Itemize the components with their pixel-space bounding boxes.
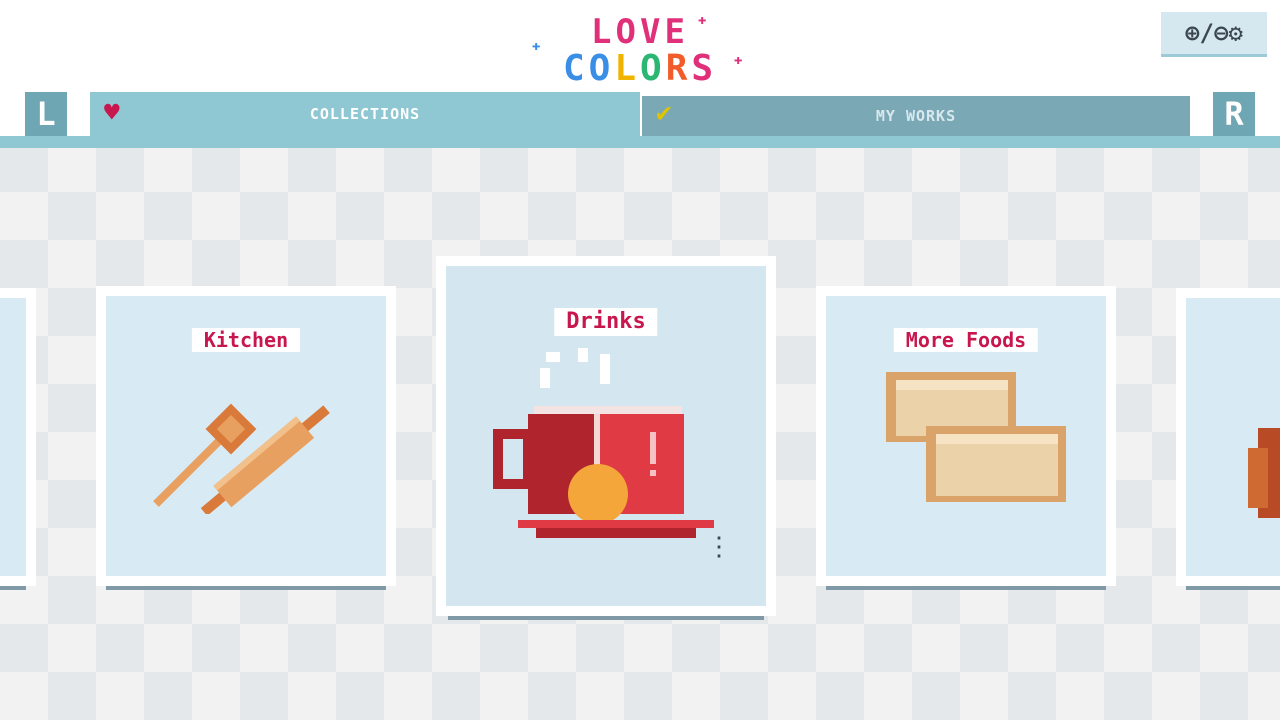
tab-my-works-label: MY WORKS <box>875 107 957 125</box>
tea-cup-art <box>436 346 776 550</box>
logo-line-love: LOVE <box>591 12 689 52</box>
heart-icon: ♥ <box>104 98 121 128</box>
zoom-settings-label: ⊕/⊖⚙ <box>1185 19 1243 47</box>
tab-my-works[interactable]: ✔ MY WORKS <box>642 96 1190 136</box>
collection-card-drinks[interactable]: Drinks ⋮ <box>436 256 776 620</box>
logo-letter: R <box>665 48 692 89</box>
logo-letter: L <box>614 48 640 89</box>
card-title: More Foods <box>893 328 1039 352</box>
collection-card-partial-right[interactable] <box>1176 288 1280 590</box>
check-icon: ✔ <box>656 98 673 128</box>
partial-art <box>1248 428 1280 518</box>
sparkle-icon: ✚ <box>734 52 747 68</box>
shoulder-left-button[interactable]: L <box>25 92 67 136</box>
game-logo: LOVE COLORS ✚ ✚ ✚ <box>530 12 750 88</box>
sparkle-icon: ✚ <box>532 38 545 54</box>
collection-card-more-foods[interactable]: More Foods <box>816 286 1116 590</box>
dumplings-art <box>816 364 1116 518</box>
tab-collections[interactable]: ♥ COLLECTIONS <box>90 92 640 136</box>
collection-card-partial-left[interactable] <box>0 288 36 590</box>
logo-letter: C <box>562 48 589 89</box>
tab-collections-label: COLLECTIONS <box>309 105 421 123</box>
logo-letter: S <box>691 48 718 89</box>
logo-letter: O <box>640 48 666 89</box>
zoom-settings-button[interactable]: ⊕/⊖⚙ <box>1161 12 1267 57</box>
card-title: Drinks <box>554 308 658 336</box>
logo-line-colors: COLORS <box>530 50 750 88</box>
tab-strip <box>0 136 1280 148</box>
card-title: Kitchen <box>191 328 301 352</box>
shoulder-right-button[interactable]: R <box>1213 92 1255 136</box>
collection-card-kitchen[interactable]: Kitchen <box>96 286 396 590</box>
share-icon[interactable]: ⋮ <box>706 532 732 562</box>
kitchen-utensils-art <box>96 364 396 518</box>
logo-letter: O <box>588 48 615 89</box>
sparkle-icon: ✚ <box>698 12 711 28</box>
